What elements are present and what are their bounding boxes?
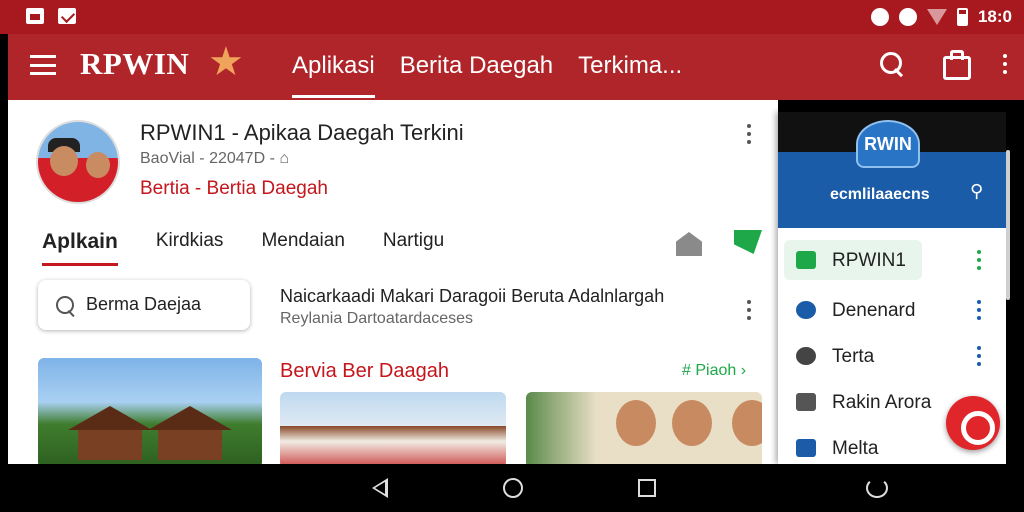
search-field[interactable]: Berma Daejaa [38, 280, 250, 330]
signal-icon [898, 8, 917, 26]
system-nav-bar [0, 464, 1024, 512]
profile-tagline[interactable]: Bertia - Bertia Daegah [140, 178, 328, 200]
flag-icon[interactable] [734, 230, 762, 254]
profile-more-icon[interactable] [744, 118, 754, 150]
item-more-icon[interactable] [974, 340, 984, 372]
wifi-icon [926, 9, 947, 25]
edit-icon [796, 393, 816, 411]
page-title: RPWIN1 - Apikaa Daegah Terkini [140, 120, 464, 145]
back-icon[interactable] [372, 478, 388, 498]
building-image[interactable] [280, 392, 506, 464]
people-image[interactable] [526, 392, 762, 464]
top-tabs: Aplikasi Berita Daegah Terkima... [292, 34, 682, 100]
home-icon[interactable] [676, 232, 702, 256]
play-icon [796, 251, 816, 269]
subtab-aplkain[interactable]: Aplkain [42, 230, 118, 266]
rotate-icon[interactable] [866, 478, 888, 498]
tab-aplikasi[interactable]: Aplikasi [292, 34, 375, 100]
list-item[interactable]: RPWIN1 [784, 240, 1000, 280]
app-bar: RPWIN ★ Aplikasi Berita Daegah Terkima..… [8, 34, 1024, 100]
avatar [36, 120, 120, 204]
calendar-icon [26, 8, 44, 24]
message-icon [796, 347, 816, 365]
sub-tabs: Aplkain Kirdkias Mendaian Nartigu [42, 230, 444, 266]
status-bar: 18:0 [0, 0, 1024, 34]
brand-logo[interactable]: RPWIN [80, 46, 189, 82]
alarm-icon [870, 8, 889, 26]
news-subtitle: Reylania Dartoatardaceses [280, 310, 473, 327]
tab-berita-daegah[interactable]: Berita Daegah [400, 34, 553, 100]
village-image[interactable] [38, 358, 262, 464]
search-input[interactable]: Berma Daejaa [86, 294, 201, 315]
more-vert-icon[interactable] [1000, 48, 1010, 80]
message-notification-icon [58, 8, 76, 24]
news-title[interactable]: Naicarkaadi Makari Daragoii Beruta Adaln… [280, 286, 664, 307]
list-item[interactable]: Denenard [784, 290, 1000, 330]
recent-apps-icon[interactable] [638, 479, 656, 497]
home-button-icon[interactable] [503, 478, 523, 498]
item-more-icon[interactable] [974, 244, 984, 276]
section-title: Bervia Ber Daagah [280, 360, 449, 382]
gear-icon [796, 301, 816, 319]
menu-icon[interactable] [30, 55, 56, 75]
news-more-icon[interactable] [744, 294, 754, 326]
item-more-icon[interactable] [974, 294, 984, 326]
main-content: RPWIN1 - Apikaa Daegah Terkini BaoVial -… [8, 100, 778, 464]
panel-header-text: ecmlilaaecns [830, 186, 930, 203]
panel-scrollbar[interactable] [1006, 150, 1010, 300]
tab-terkima[interactable]: Terkima... [578, 34, 682, 100]
battery-icon [956, 8, 968, 26]
section-more-link[interactable]: # Piaoh › [682, 362, 746, 380]
bag-icon[interactable] [938, 48, 971, 80]
status-time: 18:0 [977, 7, 1012, 26]
home-small-icon: ⌂ [279, 150, 290, 167]
subtab-mendaian[interactable]: Mendaian [261, 230, 344, 266]
list-item[interactable]: Terta [784, 336, 1000, 376]
folder-icon [796, 439, 816, 457]
person-icon[interactable]: ⚲ [970, 182, 986, 200]
floating-action-button[interactable] [946, 396, 1000, 450]
chevron-right-icon: › [740, 362, 747, 379]
panel-logo: RWIN [856, 120, 920, 168]
search-icon[interactable] [876, 48, 908, 80]
profile-subtitle: BaoVial - 22047D - ⌂ [140, 150, 290, 167]
star-logo-icon: ★ [208, 40, 244, 84]
subtab-nartigu[interactable]: Nartigu [383, 230, 444, 266]
subtab-kirdkias[interactable]: Kirdkias [156, 230, 224, 266]
search-icon [54, 294, 78, 318]
